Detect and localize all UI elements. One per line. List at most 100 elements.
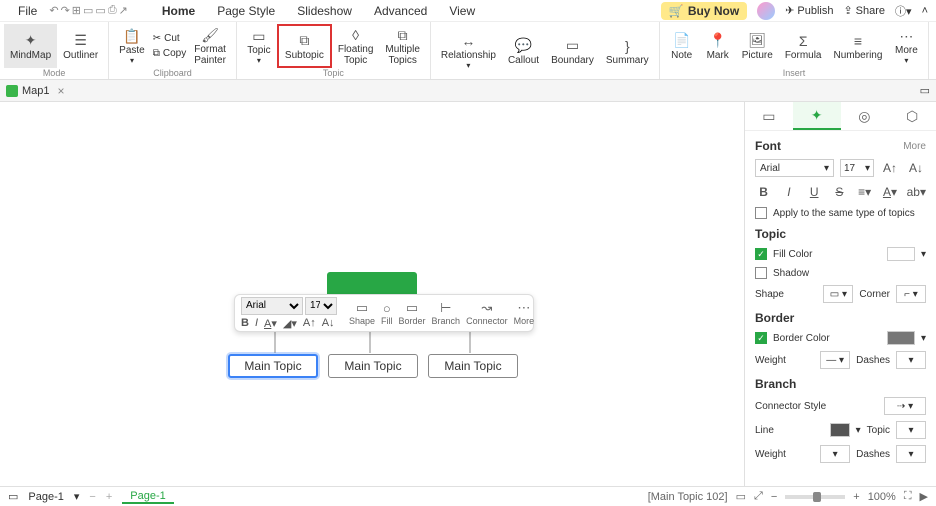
subtopic-button[interactable]: ⧉Subtopic (277, 24, 332, 68)
multiple-topics-button[interactable]: ⧉Multiple Topics (379, 24, 425, 68)
panel-toggle-icon[interactable]: ▭ (920, 84, 930, 97)
redo-icon[interactable]: ↷ (61, 4, 70, 17)
float-font-select[interactable]: Arial (241, 297, 303, 315)
corner-select[interactable]: ⌐ ▾ (896, 285, 926, 303)
float-fill[interactable]: ○Fill (381, 301, 393, 326)
pages-icon[interactable]: ▭ (8, 490, 18, 503)
shrink-font-btn[interactable]: A↓ (906, 159, 926, 177)
outliner-button[interactable]: ☰Outliner (57, 24, 104, 68)
main-topic-node-1[interactable]: Main Topic (228, 354, 318, 378)
branch-dashes-select[interactable]: ▾ (896, 445, 926, 463)
canvas[interactable]: Main Topic Main Topic Main Topic Arial 1… (0, 102, 744, 486)
font-size-select[interactable]: 17▾ (840, 159, 874, 177)
boundary-button[interactable]: ▭Boundary (545, 24, 600, 78)
menu-file[interactable]: File (8, 2, 47, 20)
align-btn[interactable]: ≡▾ (856, 183, 873, 201)
more-insert-button[interactable]: ⋯More▾ (888, 24, 924, 68)
fillcolor-swatch[interactable] (887, 247, 915, 261)
grow-font-icon[interactable]: A↑ (303, 317, 316, 330)
float-branch[interactable]: ⊢Branch (432, 300, 461, 326)
share-button[interactable]: ⇪Share (843, 4, 885, 17)
float-connector[interactable]: ↝Connector (466, 300, 508, 326)
fillcolor-checkbox[interactable]: ✓ (755, 248, 767, 260)
new-icon[interactable]: ⊞ (72, 4, 81, 17)
shape-select[interactable]: ▭ ▾ (823, 285, 853, 303)
case-btn[interactable]: ab▾ (907, 183, 926, 201)
side-tab-tag[interactable]: ◎ (841, 102, 889, 130)
float-border[interactable]: ▭Border (399, 300, 426, 326)
undo-icon[interactable]: ↶ (49, 4, 58, 17)
bold-icon[interactable]: B (241, 317, 249, 330)
float-size-select[interactable]: 17 (305, 297, 337, 315)
cut-button[interactable]: ✂Cut (151, 32, 189, 45)
numbering-button[interactable]: ≡Numbering (828, 24, 889, 68)
menu-advanced[interactable]: Advanced (364, 2, 437, 20)
floating-topic-button[interactable]: ◊Floating Topic (332, 24, 380, 68)
collapse-ribbon-icon[interactable]: ˄ (922, 5, 928, 17)
side-tab-ai[interactable]: ✦ (793, 102, 841, 130)
callout-button[interactable]: 💬Callout (502, 24, 545, 78)
branch-weight-select[interactable]: ▾ (820, 445, 850, 463)
save-icon[interactable]: ▭ (95, 4, 105, 17)
float-more[interactable]: ⋯More (514, 300, 535, 326)
menu-slideshow[interactable]: Slideshow (287, 2, 362, 20)
side-tab-style[interactable]: ▭ (745, 102, 793, 130)
open-icon[interactable]: ▭ (83, 4, 93, 17)
connstyle-select[interactable]: ⇢ ▾ (884, 397, 926, 415)
formula-button[interactable]: ΣFormula (779, 24, 828, 68)
main-topic-node-2[interactable]: Main Topic (328, 354, 418, 378)
publish-button[interactable]: ✈Publish (785, 4, 833, 17)
view1-icon[interactable]: ▭ (736, 490, 746, 503)
apply-checkbox[interactable] (755, 207, 767, 219)
present-icon[interactable]: ▶ (920, 490, 928, 503)
relationship-button[interactable]: ↔Relationship▾ (435, 24, 502, 78)
highlight-icon[interactable]: ◢▾ (283, 317, 297, 330)
weight-select[interactable]: — ▾ (820, 351, 850, 369)
main-topic-node-3[interactable]: Main Topic (428, 354, 518, 378)
zoom-in-icon[interactable]: + (853, 491, 859, 503)
menu-pagestyle[interactable]: Page Style (207, 2, 285, 20)
doc-tab[interactable]: Map1 (22, 85, 50, 97)
help-icon[interactable]: ⓘ▾ (895, 3, 912, 19)
bordercolor-checkbox[interactable]: ✓ (755, 332, 767, 344)
side-tab-security[interactable]: ⬡ (888, 102, 936, 130)
shadow-checkbox[interactable] (755, 267, 767, 279)
underline-btn[interactable]: U (806, 183, 823, 201)
close-tab-icon[interactable]: × (58, 84, 65, 98)
font-family-select[interactable]: Arial▾ (755, 159, 834, 177)
page-tab[interactable]: Page-1 (122, 490, 173, 504)
font-more[interactable]: More (903, 141, 926, 152)
zoom-out-icon[interactable]: − (771, 491, 777, 503)
menu-home[interactable]: Home (152, 2, 205, 20)
branch-topic-select[interactable]: ▾ (896, 421, 926, 439)
topic-button[interactable]: ▭Topic▾ (241, 24, 277, 68)
fullscreen-icon[interactable]: ⛶ (904, 490, 912, 503)
font-color-btn[interactable]: A▾ (881, 183, 898, 201)
italic-icon[interactable]: I (255, 317, 258, 330)
summary-button[interactable]: }Summary (600, 24, 655, 78)
picture-button[interactable]: 🖼Picture (736, 24, 779, 68)
buy-now-button[interactable]: 🛒Buy Now (661, 2, 747, 20)
avatar[interactable] (757, 2, 775, 20)
format-painter-button[interactable]: 🖌Format Painter (188, 24, 232, 68)
fit-icon[interactable]: ⤢ (754, 490, 763, 503)
italic-btn[interactable]: I (780, 183, 797, 201)
line-swatch[interactable] (830, 423, 850, 437)
mark-button[interactable]: 📍Mark (700, 24, 736, 68)
grow-font-btn[interactable]: A↑ (880, 159, 900, 177)
float-shape[interactable]: ▭Shape (349, 300, 375, 326)
strike-btn[interactable]: S (831, 183, 848, 201)
add-page-icon[interactable]: + (106, 491, 112, 503)
export-icon[interactable]: ↗ (119, 4, 128, 17)
bordercolor-swatch[interactable] (887, 331, 915, 345)
zoom-value[interactable]: 100% (868, 491, 896, 503)
paste-button[interactable]: 📋Paste▾ (113, 24, 151, 68)
copy-button[interactable]: ⧉Copy (151, 47, 189, 60)
shrink-font-icon[interactable]: A↓ (322, 317, 335, 330)
bold-btn[interactable]: B (755, 183, 772, 201)
font-color-icon[interactable]: A▾ (264, 317, 277, 330)
dashes-select[interactable]: ▾ (896, 351, 926, 369)
note-button[interactable]: 📄Note (664, 24, 700, 68)
menu-view[interactable]: View (439, 2, 485, 20)
mindmap-button[interactable]: ✦MindMap (4, 24, 57, 68)
